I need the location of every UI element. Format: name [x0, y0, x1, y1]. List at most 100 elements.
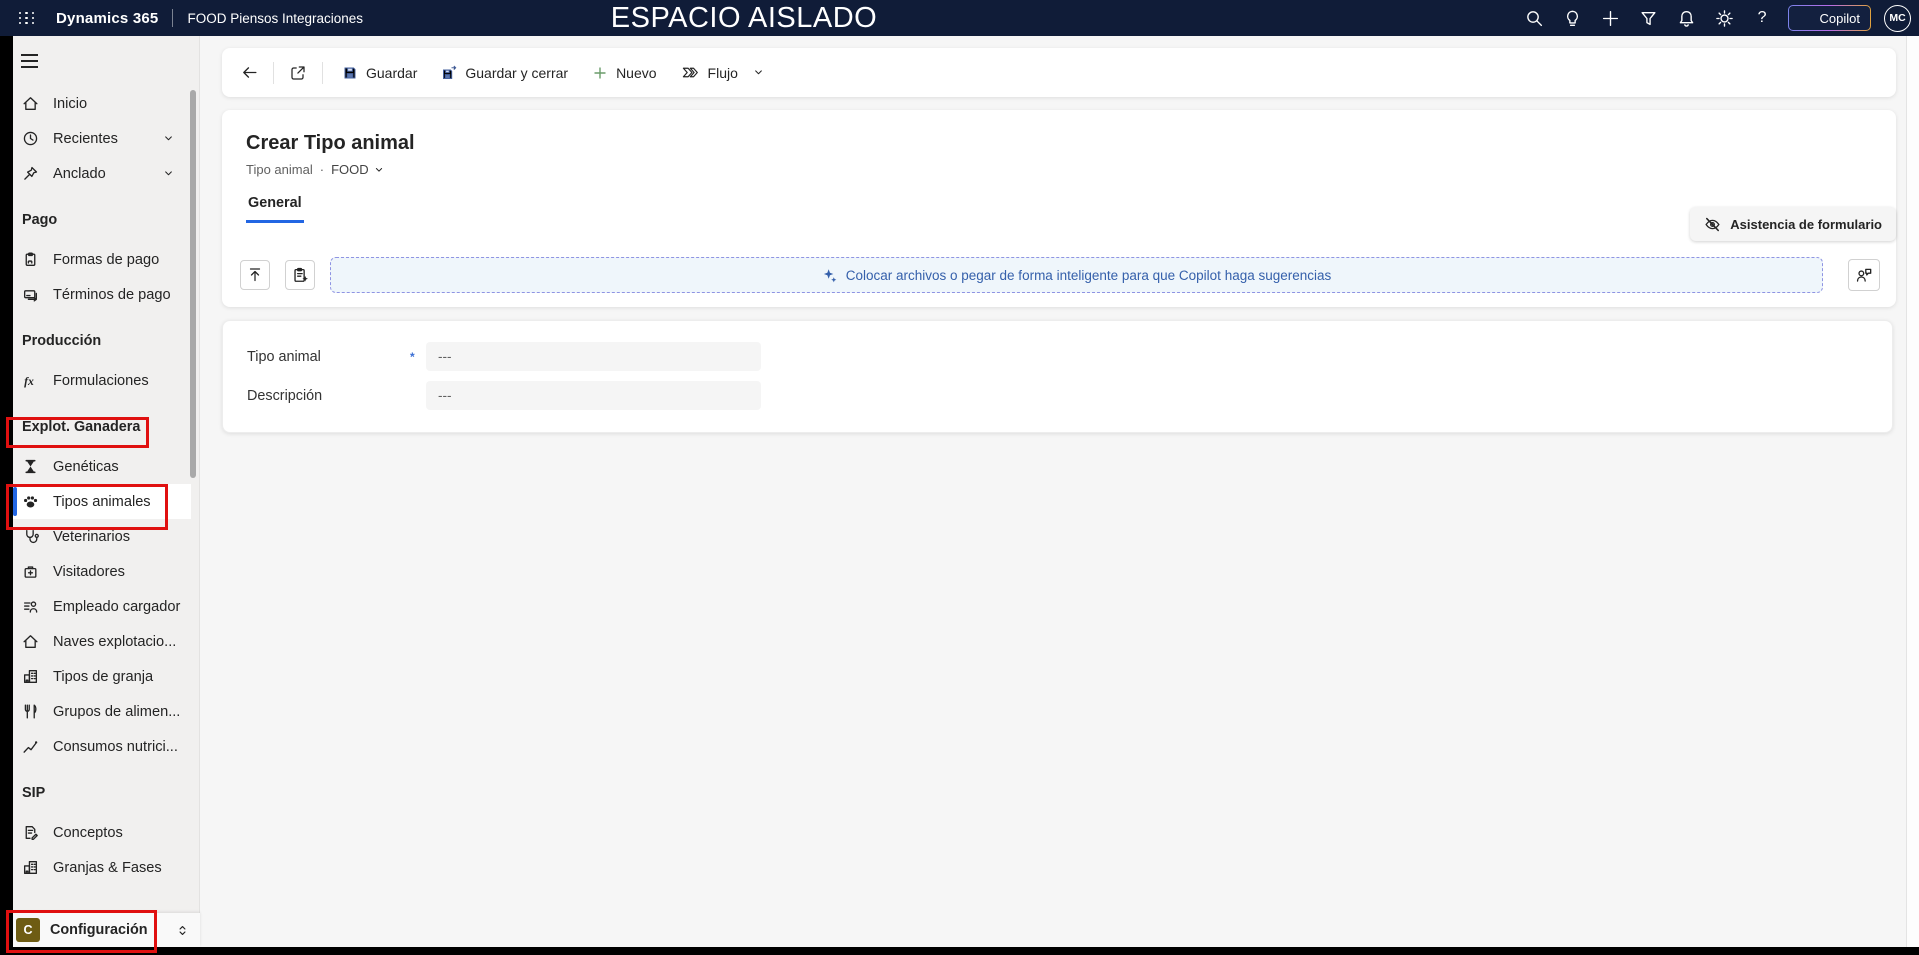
- chevron-down-icon: [752, 66, 765, 79]
- site-map-sidebar: Inicio Recientes Anclado Pago Formas de …: [13, 36, 200, 947]
- sidebar-item-geneticas[interactable]: Genéticas: [13, 449, 191, 484]
- copilot-smart-paste-row: Colocar archivos o pegar de forma inteli…: [240, 255, 1880, 295]
- entity-name: Tipo animal: [246, 162, 313, 177]
- tab-general[interactable]: General: [246, 195, 304, 223]
- save-close-icon: [441, 65, 457, 81]
- copilot-button-label: Copilot: [1820, 11, 1860, 26]
- paw-icon: [22, 493, 39, 510]
- quick-create-plus-icon[interactable]: [1592, 0, 1629, 36]
- collaboration-button[interactable]: [1848, 259, 1880, 291]
- copilot-button[interactable]: Copilot: [1788, 5, 1871, 31]
- save-and-close-button[interactable]: Guardar y cerrar: [429, 56, 580, 90]
- copilot-logo-icon: [1797, 10, 1813, 26]
- lightbulb-icon[interactable]: [1554, 0, 1591, 36]
- main-content-area: Guardar Guardar y cerrar Nuevo Flujo Cre…: [200, 36, 1906, 947]
- sidebar-item-empleado-cargador[interactable]: Empleado cargador: [13, 589, 191, 624]
- sparkle-icon: [822, 268, 837, 283]
- page-title: Crear Tipo animal: [246, 132, 1896, 155]
- bottom-frame-strip: [0, 947, 1919, 955]
- sidebar-item-veterinarios[interactable]: Veterinarios: [13, 519, 191, 554]
- area-badge: C: [16, 918, 40, 942]
- collapse-sidebar-hamburger-icon[interactable]: [21, 50, 47, 72]
- field-label: Descripción: [247, 388, 410, 404]
- section-header-produccion: Producción: [13, 328, 191, 354]
- notifications-bell-icon[interactable]: [1668, 0, 1705, 36]
- sidebar-item-tipos-animales[interactable]: Tipos animales: [13, 484, 191, 519]
- popout-icon: [289, 64, 307, 82]
- smart-paste-button[interactable]: [285, 260, 315, 290]
- sidebar-item-tipos-de-granja[interactable]: Tipos de granja: [13, 659, 191, 694]
- left-frame-strip: [0, 36, 13, 955]
- environment-banner-title: ESPACIO AISLADO: [611, 0, 877, 36]
- buildings-icon: [22, 859, 39, 876]
- document-edit-icon: [22, 824, 39, 841]
- back-button[interactable]: [232, 56, 266, 90]
- search-icon[interactable]: [1516, 0, 1553, 36]
- sidebar-item-naves-explotacion[interactable]: Naves explotacio...: [13, 624, 191, 659]
- sidebar-item-terminos-de-pago[interactable]: Términos de pago: [13, 277, 191, 312]
- clock-icon: [22, 130, 39, 147]
- sidebar-item-conceptos[interactable]: Conceptos: [13, 815, 191, 850]
- filter-icon[interactable]: [1630, 0, 1667, 36]
- field-row-tipo-animal: Tipo animal * ---: [247, 342, 1892, 371]
- area-switcher-updown-icon[interactable]: [175, 923, 190, 938]
- sidebar-item-formas-de-pago[interactable]: Formas de pago: [13, 242, 191, 277]
- environment-name[interactable]: FOOD Piensos Integraciones: [187, 11, 363, 26]
- field-row-descripcion: Descripción ---: [247, 381, 1892, 410]
- section-header-pago: Pago: [13, 207, 191, 233]
- app-title[interactable]: Dynamics 365: [56, 10, 158, 27]
- eye-off-icon: [1704, 216, 1721, 233]
- main-scrollbar-track[interactable]: [1906, 36, 1919, 947]
- chevron-down-icon[interactable]: [162, 167, 175, 180]
- sidebar-item-anclado[interactable]: Anclado: [13, 156, 191, 191]
- medical-bag-icon: [22, 563, 39, 580]
- home-icon: [22, 95, 39, 112]
- fx-icon: [22, 372, 39, 389]
- sidebar-item-formulaciones[interactable]: Formulaciones: [13, 363, 191, 398]
- general-section-card: Tipo animal * --- Descripción ---: [222, 320, 1893, 433]
- smart-paste-icon: [291, 266, 309, 284]
- person-chat-icon: [1855, 266, 1873, 284]
- new-button[interactable]: Nuevo: [580, 56, 668, 90]
- save-button[interactable]: Guardar: [330, 56, 429, 90]
- app-launcher-waffle-icon[interactable]: [12, 3, 42, 33]
- required-asterisk: *: [410, 350, 426, 364]
- section-header-sip: SIP: [13, 780, 191, 806]
- copilot-dropzone-message: Colocar archivos o pegar de forma inteli…: [846, 268, 1332, 283]
- help-icon[interactable]: ?: [1744, 0, 1781, 36]
- stethoscope-icon: [22, 528, 39, 545]
- sidebar-item-visitadores[interactable]: Visitadores: [13, 554, 191, 589]
- settings-gear-icon[interactable]: [1706, 0, 1743, 36]
- topbar-divider: [172, 9, 173, 27]
- form-assist-toggle[interactable]: Asistencia de formulario: [1690, 207, 1896, 241]
- top-navigation-bar: Dynamics 365 FOOD Piensos Integraciones …: [0, 0, 1919, 36]
- area-switcher-configuracion[interactable]: C Configuración: [13, 913, 200, 947]
- pin-icon: [22, 165, 39, 182]
- sidebar-item-recientes[interactable]: Recientes: [13, 121, 191, 156]
- sidebar-item-grupos-de-alimentacion[interactable]: Grupos de alimen...: [13, 694, 191, 729]
- chevron-down-icon: [373, 164, 385, 176]
- person-list-icon: [22, 598, 39, 615]
- sidebar-scrollbar-thumb[interactable]: [190, 90, 196, 478]
- sidebar-item-inicio[interactable]: Inicio: [13, 86, 191, 121]
- sidebar-item-granjas-fases[interactable]: Granjas & Fases: [13, 850, 191, 885]
- command-divider: [273, 62, 274, 84]
- form-tab-strip: General: [246, 195, 1896, 223]
- open-in-new-window-button[interactable]: [281, 56, 315, 90]
- tipo-animal-input[interactable]: ---: [426, 342, 761, 371]
- upload-file-button[interactable]: [240, 260, 270, 290]
- record-set-selector[interactable]: FOOD: [331, 162, 385, 177]
- descripcion-input[interactable]: ---: [426, 381, 761, 410]
- plus-icon: [592, 65, 608, 81]
- chevron-down-icon[interactable]: [162, 132, 175, 145]
- trend-chart-icon: [22, 738, 39, 755]
- user-avatar[interactable]: MC: [1884, 5, 1911, 32]
- home-icon: [22, 633, 39, 650]
- flow-icon: [681, 64, 700, 81]
- flow-dropdown-button[interactable]: Flujo: [669, 56, 777, 90]
- field-label: Tipo animal: [247, 349, 410, 365]
- buildings-icon: [22, 668, 39, 685]
- copilot-dropzone[interactable]: Colocar archivos o pegar de forma inteli…: [330, 257, 1823, 293]
- cutlery-icon: [22, 703, 39, 720]
- sidebar-item-consumos-nutricionales[interactable]: Consumos nutrici...: [13, 729, 191, 764]
